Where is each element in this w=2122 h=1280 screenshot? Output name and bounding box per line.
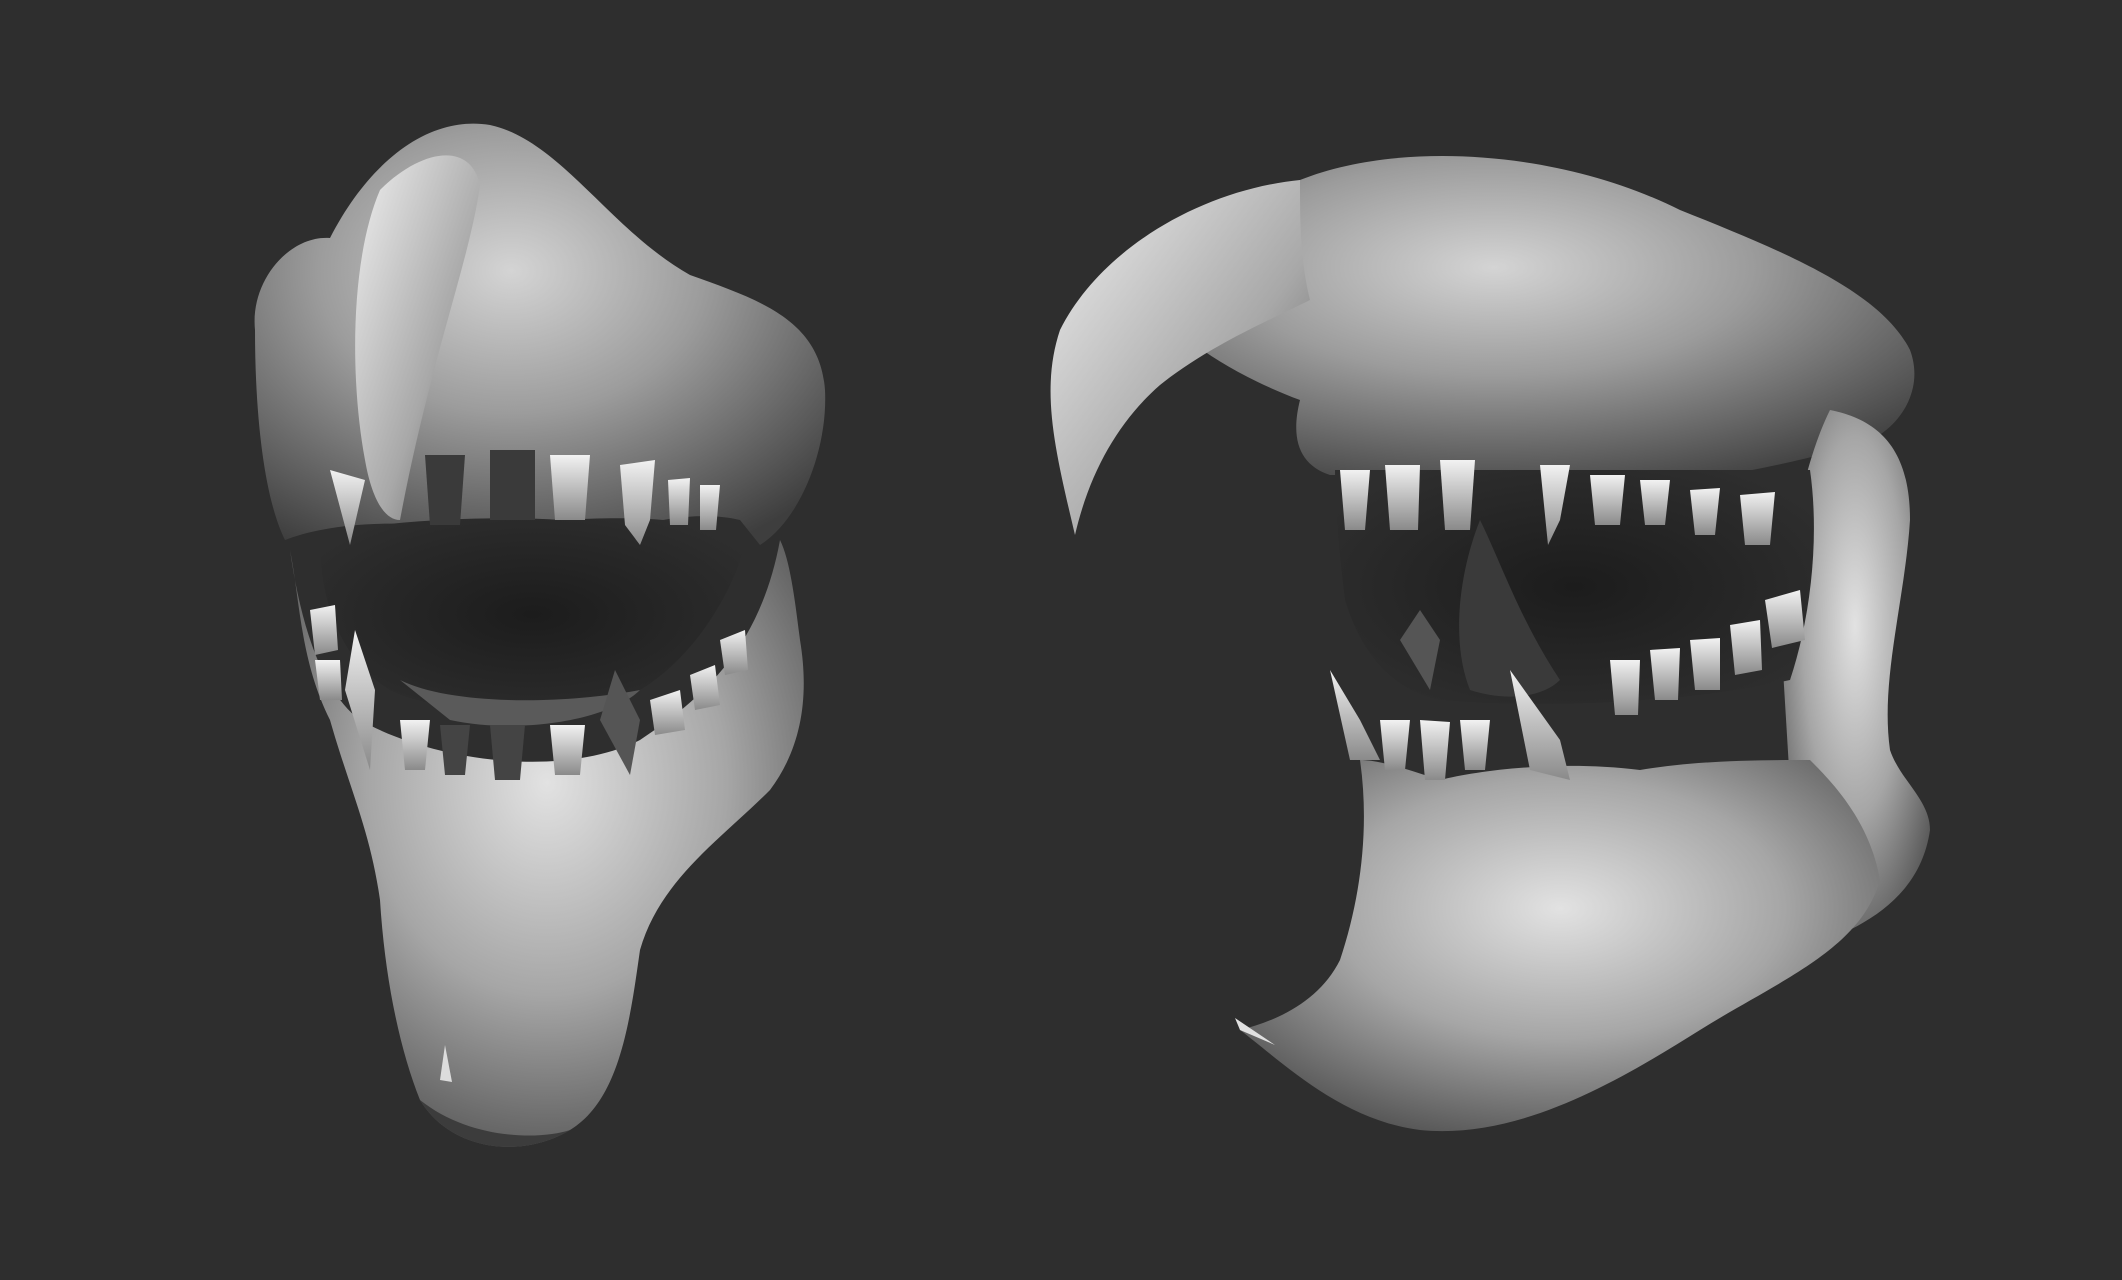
jaw-three-quarter-view <box>1050 156 1930 1132</box>
lower-jaw <box>1240 760 1880 1132</box>
sculpt-viewport <box>0 0 2122 1280</box>
jaw-front-view <box>254 123 826 1147</box>
render-canvas <box>254 123 1930 1147</box>
mouth-cavity <box>320 518 745 711</box>
